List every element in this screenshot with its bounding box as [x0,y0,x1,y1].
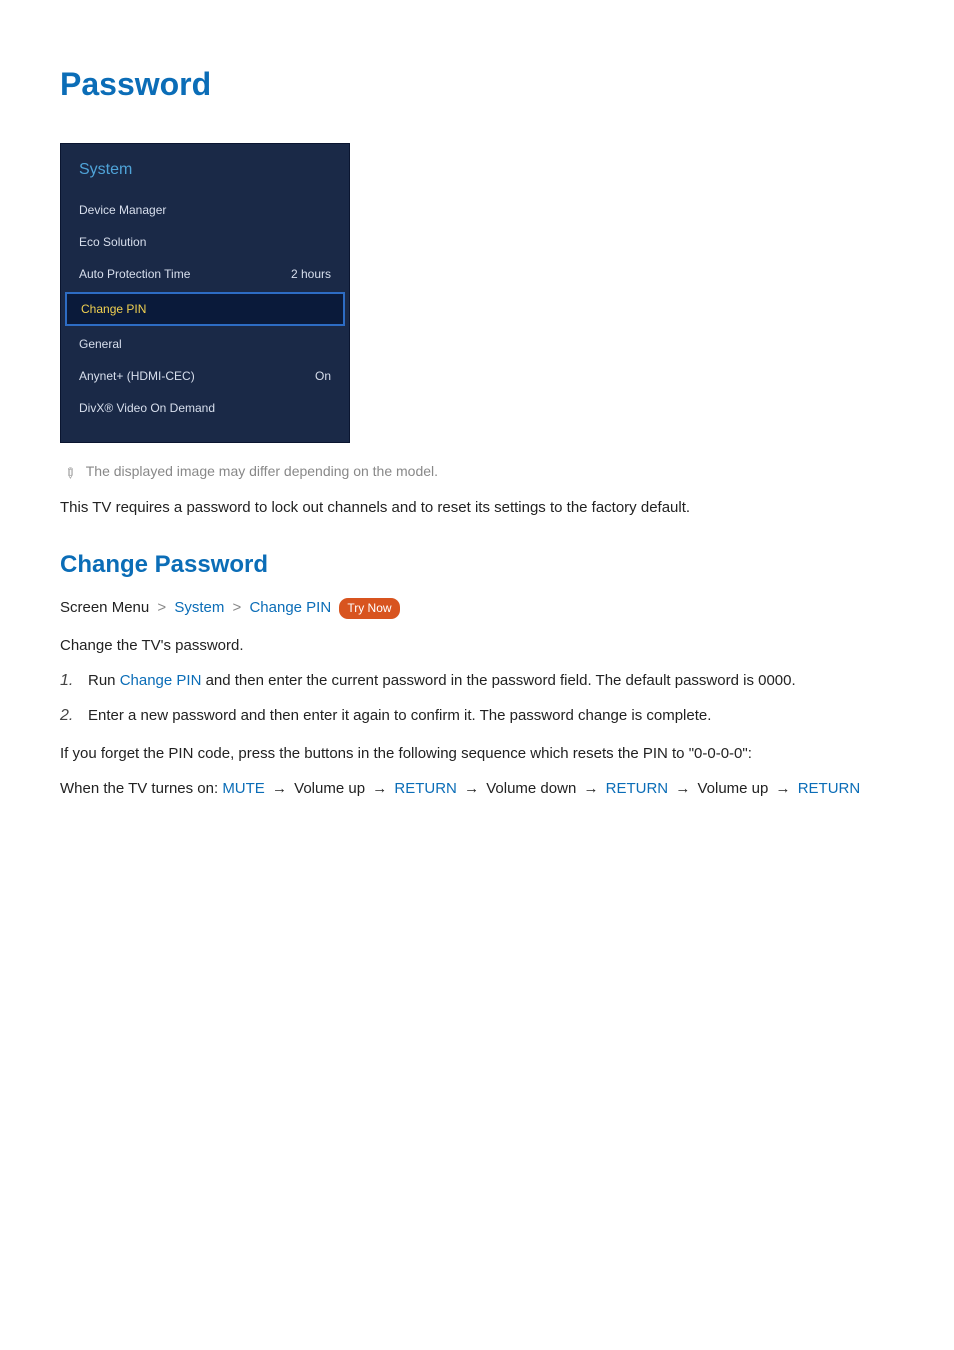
menu-item-label: Anynet+ (HDMI-CEC) [79,367,195,385]
steps-list: 1. Run Change PIN and then enter the cur… [60,669,894,728]
menu-item-label: Eco Solution [79,233,146,251]
breadcrumb-sep: > [157,599,166,616]
mute-key: MUTE [222,780,265,797]
arrow-icon: → [372,780,387,797]
note-text: The displayed image may differ depending… [86,461,438,482]
reset-prefix: When the TV turnes on: [60,780,222,797]
arrow-icon: → [776,780,791,797]
menu-item-divx[interactable]: DivX® Video On Demand [61,392,349,424]
arrow-icon: → [583,780,598,797]
menu-item-label: General [79,335,122,353]
reset-sequence: When the TV turnes on: MUTE → Volume up … [60,777,894,800]
menu-item-value: On [315,367,331,385]
section-title: Change Password [60,547,894,583]
breadcrumb-change-pin[interactable]: Change PIN [249,599,331,616]
arrow-icon: → [464,780,479,797]
step-text-pre: Run [88,672,120,689]
intro-text: This TV requires a password to lock out … [60,496,894,519]
step-1: 1. Run Change PIN and then enter the cur… [88,669,894,692]
return-key: RETURN [394,780,457,797]
pencil-icon: ✎ [58,462,81,485]
menu-item-label: Auto Protection Time [79,265,190,283]
vol-up-key: Volume up [294,780,365,797]
menu-item-label: Device Manager [79,201,166,219]
breadcrumb-system[interactable]: System [174,599,224,616]
system-menu-box: System Device Manager Eco Solution Auto … [60,143,350,443]
menu-item-value: 2 hours [291,265,331,283]
menu-item-label: DivX® Video On Demand [79,399,215,417]
vol-up-key: Volume up [697,780,768,797]
note-row: ✎ The displayed image may differ dependi… [60,461,894,484]
menu-item-label: Change PIN [81,300,146,318]
menu-item-change-pin[interactable]: Change PIN [65,292,345,326]
breadcrumb-sep: > [233,599,242,616]
page-title: Password [60,60,894,108]
breadcrumb: Screen Menu > System > Change PIN Try No… [60,597,894,620]
return-key: RETURN [798,780,861,797]
vol-down-key: Volume down [486,780,576,797]
lead-text: Change the TV's password. [60,634,894,657]
return-key: RETURN [606,780,669,797]
menu-item-device-manager[interactable]: Device Manager [61,194,349,226]
step-number: 2. [60,704,73,729]
menu-item-eco-solution[interactable]: Eco Solution [61,226,349,258]
change-pin-link[interactable]: Change PIN [120,672,202,689]
menu-item-anynet[interactable]: Anynet+ (HDMI-CEC) On [61,360,349,392]
menu-header: System [61,144,349,194]
breadcrumb-label: Screen Menu [60,599,149,616]
menu-item-auto-protection-time[interactable]: Auto Protection Time 2 hours [61,258,349,290]
forgot-text: If you forget the PIN code, press the bu… [60,742,894,765]
menu-item-general[interactable]: General [61,328,349,360]
arrow-icon: → [272,780,287,797]
step-2: 2. Enter a new password and then enter i… [88,704,894,727]
try-now-badge[interactable]: Try Now [339,598,399,619]
step-text-post: and then enter the current password in t… [201,672,795,689]
arrow-icon: → [675,780,690,797]
step-number: 1. [60,669,73,694]
step-text: Enter a new password and then enter it a… [88,707,711,724]
